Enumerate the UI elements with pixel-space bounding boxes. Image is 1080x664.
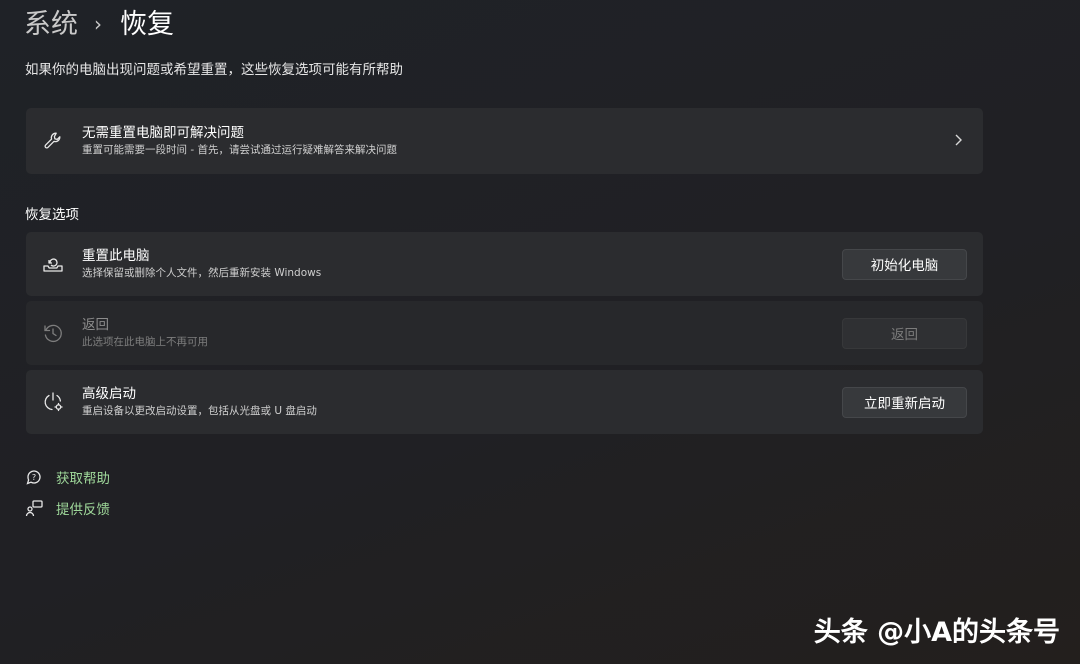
- go-back-card: 返回 此选项在此电脑上不再可用 返回: [26, 301, 983, 365]
- page-subtitle: 如果你的电脑出现问题或希望重置，这些恢复选项可能有所帮助: [25, 62, 403, 78]
- go-back-button: 返回: [842, 317, 967, 349]
- give-feedback-label[interactable]: 提供反馈: [56, 498, 110, 518]
- reset-pc-title: 重置此电脑: [82, 248, 150, 264]
- section-title-recovery-options: 恢复选项: [25, 207, 79, 223]
- breadcrumb-separator-icon: ›: [94, 12, 102, 36]
- reset-pc-icon: [42, 253, 64, 275]
- svg-text:?: ?: [32, 473, 36, 482]
- go-back-description: 此选项在此电脑上不再可用: [82, 336, 208, 348]
- restart-now-button[interactable]: 立即重新启动: [842, 386, 967, 418]
- page-title: 恢复: [120, 9, 174, 40]
- reset-pc-button[interactable]: 初始化电脑: [842, 248, 967, 280]
- watermark: 头条 @小A的头条号: [813, 617, 1060, 648]
- reset-pc-description: 选择保留或删除个人文件，然后重新安装 Windows: [82, 267, 322, 279]
- history-icon: [42, 322, 64, 344]
- breadcrumb-parent-system[interactable]: 系统: [24, 6, 78, 44]
- get-help-link[interactable]: ? 获取帮助: [24, 467, 110, 487]
- chevron-right-icon: [953, 132, 963, 151]
- troubleshoot-card[interactable]: 无需重置电脑即可解决问题 重置可能需要一段时间 - 首先，请尝试通过运行疑难解答…: [26, 108, 983, 174]
- help-chat-icon: ?: [24, 468, 44, 486]
- give-feedback-link[interactable]: 提供反馈: [24, 498, 110, 518]
- get-help-label[interactable]: 获取帮助: [56, 467, 110, 487]
- wrench-icon: [42, 130, 64, 152]
- advanced-startup-title: 高级启动: [82, 386, 136, 402]
- reset-pc-card: 重置此电脑 选择保留或删除个人文件，然后重新安装 Windows 初始化电脑: [26, 232, 983, 296]
- go-back-title: 返回: [82, 317, 109, 333]
- advanced-startup-icon: [42, 391, 64, 413]
- advanced-startup-card: 高级启动 重启设备以更改启动设置，包括从光盘或 U 盘启动 立即重新启动: [26, 370, 983, 434]
- troubleshoot-description: 重置可能需要一段时间 - 首先，请尝试通过运行疑难解答来解决问题: [82, 144, 397, 156]
- advanced-startup-description: 重启设备以更改启动设置，包括从光盘或 U 盘启动: [82, 405, 317, 417]
- troubleshoot-title: 无需重置电脑即可解决问题: [82, 125, 244, 141]
- feedback-icon: [24, 499, 44, 517]
- breadcrumb: 系统 › 恢复: [24, 6, 174, 44]
